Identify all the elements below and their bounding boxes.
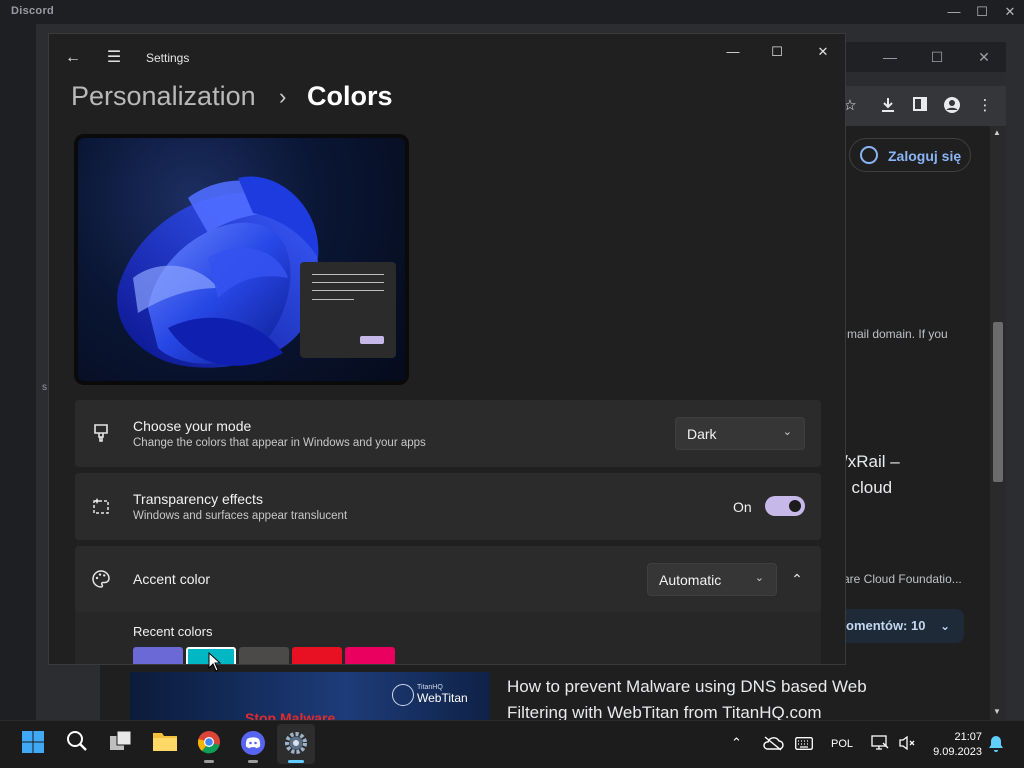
article-channel-text: are Cloud Foundatio... [843, 572, 962, 586]
recent-color-swatch[interactable] [292, 647, 342, 664]
breadcrumb-chevron-icon: › [279, 84, 287, 109]
volume-muted-icon[interactable] [898, 735, 916, 756]
discord-maximize-button[interactable]: ☐ [971, 2, 993, 22]
breadcrumb-personalization[interactable]: Personalization [71, 81, 256, 112]
discord-server-rail [0, 24, 36, 720]
recent-color-swatch[interactable] [345, 647, 395, 664]
comments-label: omentów: 10 [846, 618, 926, 633]
scroll-down-arrow-icon[interactable]: ▼ [993, 707, 1001, 716]
chrome-maximize-button[interactable]: ☐ [925, 46, 949, 68]
discord-app-title: Discord [11, 5, 55, 17]
accent-color-card[interactable]: Accent color Automatic ⌄ ⌃ [75, 546, 821, 613]
scroll-up-arrow-icon[interactable]: ▲ [993, 128, 1001, 137]
mode-dropdown-value: Dark [687, 426, 717, 442]
transparency-card: Transparency effects Windows and surface… [75, 473, 821, 540]
chrome-tabstrip [846, 72, 1006, 86]
discord-close-button[interactable]: ✕ [999, 2, 1021, 22]
transparency-state-label: On [733, 499, 752, 515]
account-circle-icon [860, 146, 878, 164]
mode-dropdown[interactable]: Dark ⌄ [675, 417, 805, 450]
task-view-icon[interactable] [107, 730, 135, 758]
settings-minimize-button[interactable]: — [719, 41, 747, 63]
choose-mode-card: Choose your mode Change the colors that … [75, 400, 821, 467]
recent-color-swatch[interactable] [239, 647, 289, 664]
toggle-knob [789, 500, 801, 512]
theme-preview [74, 134, 409, 385]
tray-overflow-chevron-icon[interactable]: ⌃ [731, 735, 742, 751]
chrome-scrollbar-thumb[interactable] [993, 322, 1003, 482]
palette-icon [91, 569, 111, 589]
discord-running-indicator [248, 760, 258, 763]
settings-close-button[interactable]: ✕ [809, 41, 837, 63]
notification-bell-icon[interactable] [988, 735, 1004, 758]
discord-titlebar [0, 0, 1024, 24]
side-panel-icon[interactable] [910, 96, 930, 116]
choose-mode-description: Change the colors that appear in Windows… [133, 437, 426, 449]
mouse-cursor-icon [208, 651, 222, 672]
onedrive-offline-icon[interactable] [762, 735, 784, 756]
thumbnail-brand-name: WebTitan [417, 691, 468, 705]
clock-date[interactable]: 9.09.2023 [929, 746, 982, 758]
chrome-running-indicator [204, 760, 214, 763]
webtitan-logo-icon [392, 684, 414, 706]
settings-maximize-button[interactable]: ☐ [763, 41, 791, 63]
preview-mini-window [300, 262, 396, 358]
chevron-down-icon: ⌄ [782, 426, 792, 438]
profile-icon[interactable] [942, 96, 962, 116]
back-arrow-icon[interactable]: ← [63, 48, 83, 68]
recent-colors-label: Recent colors [133, 624, 213, 639]
settings-active-indicator [288, 760, 304, 763]
hamburger-menu-icon[interactable]: ☰ [104, 48, 124, 68]
settings-gear-app-icon[interactable] [282, 730, 310, 758]
transparency-toggle[interactable] [765, 496, 805, 516]
accent-dropdown-value: Automatic [659, 572, 722, 588]
keyboard-icon[interactable] [795, 737, 813, 755]
chrome-menu-icon[interactable]: ⋮ [975, 96, 995, 116]
transparency-title: Transparency effects [133, 491, 263, 507]
start-windows-icon[interactable] [19, 730, 47, 758]
transparency-description: Windows and surfaces appear translucent [133, 510, 348, 522]
clock-time[interactable]: 21:07 [950, 731, 982, 743]
thumbnail-brand-small: TitanHQ [417, 684, 443, 691]
discord-app-icon[interactable] [239, 730, 267, 758]
preview-mini-button [360, 336, 384, 344]
input-language-indicator[interactable]: POL [831, 738, 853, 750]
chrome-close-button[interactable]: ✕ [972, 46, 996, 68]
discord-minimize-button[interactable]: — [943, 2, 965, 22]
download-icon[interactable] [878, 96, 898, 116]
chrome-minimize-button[interactable]: — [878, 46, 902, 68]
video-title-link[interactable]: How to prevent Malware using DNS based W… [507, 674, 907, 726]
paint-brush-icon [91, 423, 111, 443]
thumbnail-brand: TitanHQ WebTitan [417, 684, 468, 705]
accent-color-dropdown[interactable]: Automatic ⌄ [647, 563, 777, 596]
transparency-sparkle-icon [91, 496, 111, 516]
chevron-down-icon: ⌄ [939, 619, 950, 633]
file-explorer-icon[interactable] [151, 730, 179, 758]
discord-edge-letter: s [42, 382, 47, 393]
chevron-down-icon: ⌄ [754, 572, 764, 584]
recent-color-swatch[interactable] [133, 647, 183, 664]
chrome-app-icon[interactable] [195, 730, 223, 758]
comments-button[interactable]: omentów: 10 ⌄ [846, 609, 964, 643]
article-title-line-2[interactable]: l cloud [843, 478, 892, 498]
network-display-icon[interactable] [871, 735, 889, 756]
page-title: Colors [307, 81, 393, 111]
choose-mode-title: Choose your mode [133, 418, 252, 434]
search-icon[interactable] [63, 730, 91, 758]
settings-window: ← ☰ Settings — ☐ ✕ Personalization › Col… [48, 33, 846, 665]
collapse-chevron-up-icon[interactable]: ⌃ [787, 568, 807, 588]
wallpaper-bloom-image [78, 138, 405, 381]
article-title-line-1[interactable]: /xRail – [843, 452, 900, 472]
page-snippet-text: mail domain. If you [847, 327, 948, 341]
accent-color-title: Accent color [133, 571, 211, 587]
settings-window-title: Settings [146, 51, 190, 65]
